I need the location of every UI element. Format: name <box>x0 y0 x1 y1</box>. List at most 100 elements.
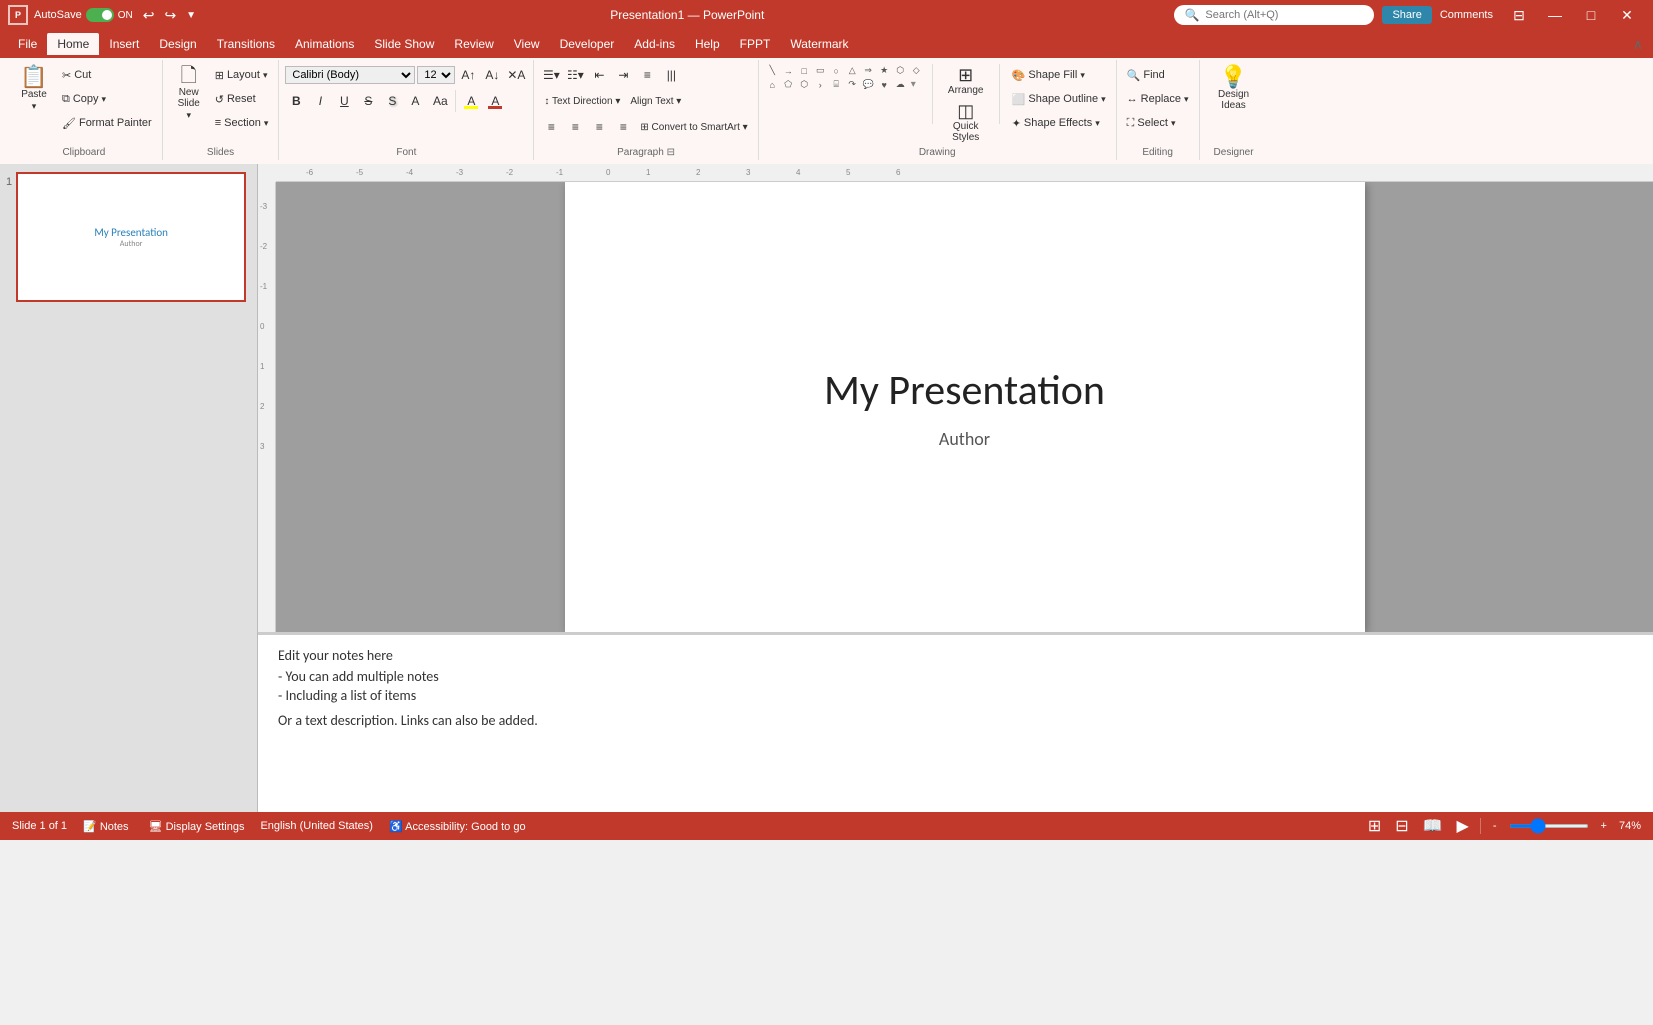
slideshow-button[interactable]: ▶ <box>1454 814 1472 838</box>
zoom-slider[interactable] <box>1509 824 1589 828</box>
shape-star[interactable]: ★ <box>877 64 892 77</box>
font-size-select[interactable]: 12 <box>417 66 455 84</box>
bold-button[interactable]: B <box>285 90 307 112</box>
shape-pentagon[interactable]: ⬠ <box>781 78 796 91</box>
shape-chevron[interactable]: › <box>813 78 828 91</box>
justify-button[interactable]: ≡ <box>612 116 634 138</box>
menu-insert[interactable]: Insert <box>99 33 149 55</box>
indent-decrease-button[interactable]: ⇤ <box>588 64 610 86</box>
shape-cloud[interactable]: ☁ <box>893 78 908 91</box>
menu-animations[interactable]: Animations <box>285 33 364 55</box>
highlight-color-button[interactable]: A <box>460 90 482 112</box>
ribbon-display-button[interactable]: ⊟ <box>1501 0 1537 30</box>
underline-button[interactable]: U <box>333 90 355 112</box>
shape-line[interactable]: ╲ <box>765 64 780 77</box>
slide-subtitle-text[interactable]: Author <box>939 428 990 450</box>
menu-help[interactable]: Help <box>685 33 730 55</box>
menu-design[interactable]: Design <box>149 33 206 55</box>
shape-hexagon[interactable]: ⬡ <box>797 78 812 91</box>
menu-transitions[interactable]: Transitions <box>207 33 285 55</box>
menu-fppt[interactable]: FPPT <box>730 33 781 55</box>
shape-trapezoid[interactable]: ⌂ <box>765 78 780 91</box>
align-center-button[interactable]: ≡ <box>564 116 586 138</box>
paste-button[interactable]: 📋 Paste ▾ <box>12 64 56 114</box>
shadow-button[interactable]: S <box>381 90 403 112</box>
layout-button[interactable]: ⊞ Layout ▾ <box>211 64 273 86</box>
accessibility-button[interactable]: ♿ Accessibility: Good to go <box>385 818 530 835</box>
shape-parallelogram[interactable]: ⬡ <box>893 64 908 77</box>
autosave-toggle[interactable]: AutoSave ON <box>34 8 133 22</box>
shape-triangle[interactable]: △ <box>845 64 860 77</box>
align-right-button[interactable]: ≡ <box>588 116 610 138</box>
line-spacing-button[interactable]: ≡ <box>636 64 658 86</box>
format-painter-button[interactable]: 🖌 Format Painter <box>58 112 156 134</box>
normal-view-button[interactable]: ⊞ <box>1365 814 1384 838</box>
menu-view[interactable]: View <box>504 33 550 55</box>
convert-smartart-button[interactable]: ⊞ Convert to SmartArt ▾ <box>636 116 751 138</box>
slide-canvas[interactable]: My Presentation Author <box>565 182 1365 632</box>
search-input[interactable] <box>1205 9 1345 21</box>
shape-rect[interactable]: □ <box>797 64 812 77</box>
indent-increase-button[interactable]: ⇥ <box>612 64 634 86</box>
minimize-button[interactable]: — <box>1537 0 1573 30</box>
menu-home[interactable]: Home <box>47 33 99 55</box>
shapes-expand-button[interactable]: ▾ <box>909 79 918 90</box>
design-ideas-button[interactable]: 💡 DesignIdeas <box>1206 64 1262 113</box>
decrease-font-button[interactable]: A↓ <box>481 64 503 86</box>
cut-button[interactable]: ✂ Cut <box>58 64 156 86</box>
autosave-switch[interactable] <box>86 8 114 22</box>
text-direction-button[interactable]: ↕ Text Direction ▾ <box>540 90 624 112</box>
redo-button[interactable]: ↪ <box>160 5 180 26</box>
italic-button[interactable]: I <box>309 90 331 112</box>
ribbon-collapse-btn[interactable]: ∧ <box>1631 34 1645 55</box>
menu-file[interactable]: File <box>8 33 47 55</box>
display-settings-button[interactable]: 🖥 Display Settings <box>145 818 249 835</box>
reading-view-button[interactable]: 📖 <box>1420 814 1446 838</box>
section-button[interactable]: ≡ Section ▾ <box>211 112 273 134</box>
notes-panel-button[interactable]: 📝 Notes <box>79 818 133 835</box>
close-button[interactable]: ✕ <box>1609 0 1645 30</box>
shape-diamond[interactable]: ◇ <box>909 64 924 77</box>
shape-heart[interactable]: ♥ <box>877 78 892 91</box>
reset-button[interactable]: ↺ Reset <box>211 88 273 110</box>
copy-button[interactable]: ⧉ Copy ▾ <box>58 88 156 110</box>
shape-callout[interactable]: 💬 <box>861 78 876 91</box>
new-slide-button[interactable]: 🗋 NewSlide ▾ <box>169 64 209 123</box>
undo-button[interactable]: ↩ <box>139 5 159 26</box>
menu-slideshow[interactable]: Slide Show <box>364 33 444 55</box>
maximize-button[interactable]: □ <box>1573 0 1609 30</box>
change-case-button[interactable]: Aa <box>429 90 451 112</box>
numbered-list-button[interactable]: ☷▾ <box>564 64 586 86</box>
slide-title-text[interactable]: My Presentation <box>824 365 1105 416</box>
menu-watermark[interactable]: Watermark <box>780 33 858 55</box>
customize-qa-button[interactable]: ▼ <box>182 5 200 26</box>
shape-fill-button[interactable]: 🎨 Shape Fill ▾ <box>1008 64 1110 86</box>
quick-styles-button[interactable]: ◫ QuickStyles <box>941 100 991 145</box>
shape-outline-button[interactable]: ⬜ Shape Outline ▾ <box>1008 88 1110 110</box>
menu-addins[interactable]: Add-ins <box>624 33 685 55</box>
font-color-button[interactable]: A <box>484 90 506 112</box>
clear-format-button[interactable]: ✕A <box>505 64 527 86</box>
align-left-button[interactable]: ≡ <box>540 116 562 138</box>
menu-review[interactable]: Review <box>444 33 503 55</box>
comments-button[interactable]: Comments <box>1440 9 1493 21</box>
shape-round-rect[interactable]: ▭ <box>813 64 828 77</box>
find-button[interactable]: 🔍 Find <box>1123 64 1193 86</box>
shape-arrow-right[interactable]: → <box>781 64 796 77</box>
zoom-in-button[interactable]: + <box>1597 818 1611 834</box>
share-button[interactable]: Share <box>1382 6 1431 24</box>
columns-button[interactable]: ||| <box>660 64 682 86</box>
select-button[interactable]: ⛶ Select ▾ <box>1123 112 1193 134</box>
arrange-button[interactable]: ⊞ Arrange <box>941 64 991 98</box>
align-text-button[interactable]: Align Text ▾ <box>626 90 685 112</box>
slide-sorter-button[interactable]: ⊟ <box>1392 814 1411 838</box>
increase-font-button[interactable]: A↑ <box>457 64 479 86</box>
slide-thumbnail[interactable]: My Presentation Author <box>16 172 246 302</box>
menu-developer[interactable]: Developer <box>550 33 625 55</box>
paragraph-dialog-launcher[interactable]: ⊟ <box>667 147 675 158</box>
strikethrough-button[interactable]: S <box>357 90 379 112</box>
font-family-select[interactable]: Calibri (Body) <box>285 66 415 84</box>
shape-oval[interactable]: ○ <box>829 64 844 77</box>
shape-ribbon[interactable]: ⌸ <box>829 78 844 91</box>
zoom-out-button[interactable]: - <box>1489 818 1501 834</box>
